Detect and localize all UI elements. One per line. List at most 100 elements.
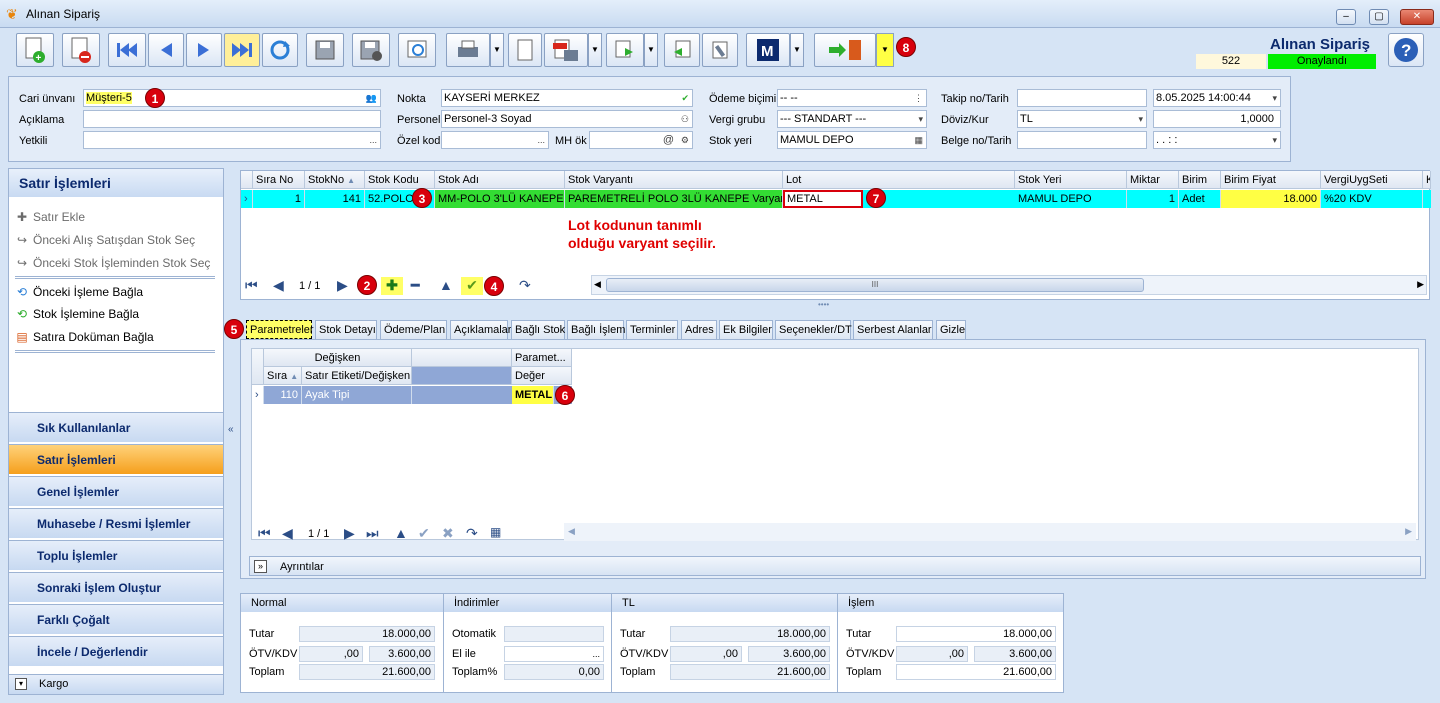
action-satira-dokuman[interactable]: ▤ Satıra Doküman Bağla bbox=[15, 330, 153, 344]
last-record-button[interactable] bbox=[224, 33, 260, 67]
ozelkod-field[interactable]: ... bbox=[441, 131, 549, 149]
col-stok-kodu[interactable]: Stok Kodu bbox=[365, 171, 435, 189]
yetkili-dots[interactable]: ... bbox=[369, 132, 377, 148]
next-record-button[interactable] bbox=[186, 33, 222, 67]
col-stokno[interactable]: StokNo ▲ bbox=[305, 171, 365, 189]
nav-farkli-cogalt[interactable]: Farklı Çoğalt bbox=[9, 604, 223, 634]
m-module-button[interactable]: M bbox=[746, 33, 790, 67]
table-row[interactable]: › 110 Ayak Tipi METAL bbox=[252, 386, 572, 404]
exit-button[interactable] bbox=[814, 33, 876, 67]
confirm-row-icon[interactable]: ✔ bbox=[461, 277, 483, 295]
tab-bagli-islem[interactable]: Bağlı İşlem bbox=[567, 320, 625, 339]
nav-satir-islemleri[interactable]: Satır İşlemleri bbox=[9, 444, 223, 474]
pdf-button[interactable] bbox=[544, 33, 588, 67]
row-selector[interactable]: › bbox=[252, 386, 264, 404]
tab-parametreler[interactable]: Parametreler bbox=[246, 320, 314, 339]
grid-options-icon[interactable]: ▦ bbox=[490, 525, 501, 539]
chevron-down-icon[interactable]: ▾ bbox=[1272, 90, 1277, 106]
row-selector[interactable]: › bbox=[241, 190, 253, 208]
keyboard-icon[interactable]: ▦ bbox=[914, 132, 923, 148]
print-button[interactable] bbox=[446, 33, 490, 67]
tab-ek-bilgiler[interactable]: Ek Bilgiler bbox=[719, 320, 773, 339]
people-icon[interactable]: 👥 bbox=[366, 90, 377, 106]
scroll-right-icon[interactable]: ▶ bbox=[1417, 279, 1424, 290]
refresh-button[interactable] bbox=[262, 33, 298, 67]
cari-field[interactable]: Müşteri-5 👥 bbox=[83, 89, 381, 107]
action-stok-islemine-bagla[interactable]: ⟲ Stok İşlemine Bağla bbox=[15, 307, 139, 321]
chevron-down-icon[interactable]: ▾ bbox=[918, 111, 923, 127]
nav-first-icon[interactable]: ⏮ bbox=[258, 525, 271, 542]
param-cell-etiket[interactable]: Ayak Tipi bbox=[302, 386, 412, 404]
ayrintilar-bar[interactable]: » Ayrıntılar bbox=[249, 556, 1421, 576]
move-up-icon[interactable]: ▲ bbox=[439, 277, 453, 293]
nav-next-icon[interactable]: ▶ bbox=[344, 525, 355, 542]
redo-icon[interactable]: ↷ bbox=[466, 525, 478, 542]
tab-bagli-stok[interactable]: Bağlı Stok bbox=[511, 320, 565, 339]
nav-sik-kullanilanlar[interactable]: Sık Kullanılanlar bbox=[9, 412, 223, 442]
tab-stok-detayi[interactable]: Stok Detayı bbox=[315, 320, 377, 339]
tab-secenekler[interactable]: Seçenekler/DT bbox=[775, 320, 852, 339]
mail-lookup-icon[interactable]: ⚙ bbox=[681, 132, 689, 148]
cell-miktar[interactable]: 1 bbox=[1127, 190, 1179, 208]
stokyeri-field[interactable]: MAMUL DEPO ▦ bbox=[777, 131, 927, 149]
param-scrollbar[interactable]: ◀ ▶ bbox=[564, 523, 1416, 541]
col-birim[interactable]: Birim bbox=[1179, 171, 1221, 189]
cell-birim[interactable]: Adet bbox=[1179, 190, 1221, 208]
previous-record-button[interactable] bbox=[148, 33, 184, 67]
cell-stok-yeri[interactable]: MAMUL DEPO bbox=[1015, 190, 1127, 208]
scroll-left-icon[interactable]: ◀ bbox=[568, 526, 575, 537]
cell-birim-fiyat[interactable]: 18.000 bbox=[1221, 190, 1321, 208]
delete-row-icon[interactable]: ━ bbox=[411, 277, 419, 294]
col-lot[interactable]: Lot bbox=[783, 171, 1015, 189]
kargo-expand-icon[interactable]: ▾ bbox=[15, 678, 27, 690]
nokta-field[interactable]: KAYSERİ MERKEZ ✔ bbox=[441, 89, 693, 107]
m-module-dropdown[interactable]: ▼ bbox=[790, 33, 804, 67]
personel-field[interactable]: Personel-3 Soyad ⚇ bbox=[441, 110, 693, 128]
first-record-button[interactable] bbox=[108, 33, 146, 67]
maximize-button[interactable]: ▢ bbox=[1369, 9, 1389, 25]
nav-first-icon[interactable]: ⏮ bbox=[245, 277, 258, 294]
belge-date-field[interactable]: . . : : ▾ bbox=[1153, 131, 1281, 149]
cell-sira[interactable]: 1 bbox=[253, 190, 305, 208]
nav-last-icon[interactable]: ⏭ bbox=[366, 525, 379, 542]
add-row-icon[interactable]: ✚ bbox=[381, 277, 403, 295]
nav-genel-islemler[interactable]: Genel İşlemler bbox=[9, 476, 223, 506]
action-onceki-alis[interactable]: ↪ Önceki Alış Satışdan Stok Seç bbox=[15, 233, 195, 247]
col-sira-no[interactable]: Sıra No bbox=[253, 171, 305, 189]
col-miktar[interactable]: Miktar bbox=[1127, 171, 1179, 189]
tab-adres[interactable]: Adres bbox=[681, 320, 717, 339]
scroll-left-icon[interactable]: ◀ bbox=[594, 279, 601, 290]
action-onceki-stok[interactable]: ↪ Önceki Stok İşleminden Stok Seç bbox=[15, 256, 210, 270]
action-satir-ekle[interactable]: ✚ Satır Ekle bbox=[15, 210, 85, 224]
cell-stok-adi[interactable]: MM-POLO 3'LÜ KANEPE bbox=[435, 190, 565, 208]
col-stok-adi[interactable]: Stok Adı bbox=[435, 171, 565, 189]
move-up-icon[interactable]: ▲ bbox=[394, 525, 408, 541]
at-icon[interactable]: @ bbox=[663, 132, 674, 148]
belge-no-field[interactable] bbox=[1017, 131, 1147, 149]
save-button[interactable] bbox=[306, 33, 344, 67]
nav-sonraki-islem[interactable]: Sonraki İşlem Oluştur bbox=[9, 572, 223, 602]
minimize-button[interactable]: – bbox=[1336, 9, 1356, 25]
cell-lot[interactable]: METAL bbox=[783, 190, 863, 208]
param-col-deger[interactable]: Değer bbox=[512, 367, 572, 385]
nav-muhasebe[interactable]: Muhasebe / Resmi İşlemler bbox=[9, 508, 223, 538]
save-close-button[interactable] bbox=[352, 33, 390, 67]
param-col-sira[interactable]: Sıra ▲ bbox=[264, 367, 302, 385]
splitter-handle[interactable]: •••• bbox=[818, 300, 829, 309]
nav-prev-icon[interactable]: ◀ bbox=[282, 525, 293, 542]
col-stok-yeri[interactable]: Stok Yeri bbox=[1015, 171, 1127, 189]
confirm-icon[interactable]: ✔ bbox=[418, 525, 430, 542]
redo-icon[interactable]: ↷ bbox=[519, 277, 531, 294]
param-cell-deger[interactable]: METAL bbox=[512, 386, 554, 404]
exit-dropdown[interactable]: ▼ bbox=[876, 33, 894, 67]
tab-serbest-alanlar[interactable]: Serbest Alanlar bbox=[853, 320, 933, 339]
nav-incele[interactable]: İncele / Değerlendir bbox=[9, 636, 223, 666]
elile-dots[interactable]: ... bbox=[592, 649, 600, 659]
nav-prev-icon[interactable]: ◀ bbox=[273, 277, 284, 294]
expand-icon[interactable]: » bbox=[254, 560, 267, 573]
tab-aciklamalar[interactable]: Açıklamalar bbox=[450, 320, 511, 339]
check-icon[interactable]: ✔ bbox=[681, 90, 689, 106]
pdf-dropdown[interactable]: ▼ bbox=[588, 33, 602, 67]
nav-kargo[interactable]: Kargo bbox=[9, 674, 223, 694]
col-stok-varyanti[interactable]: Stok Varyantı bbox=[565, 171, 783, 189]
